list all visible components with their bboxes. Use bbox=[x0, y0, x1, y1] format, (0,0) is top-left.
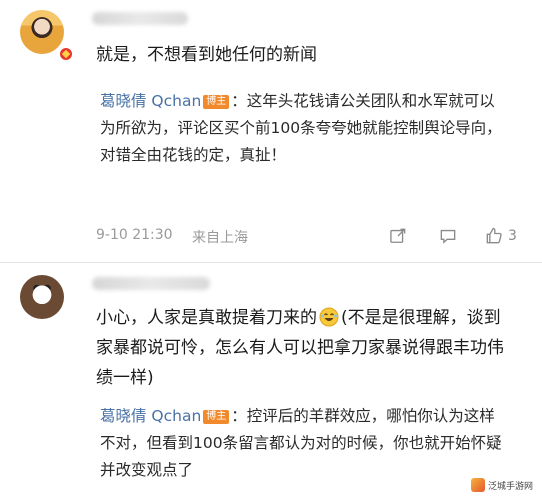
comment-meta: 9-10 21:30 来自上海 3 bbox=[96, 224, 526, 248]
watermark: 泛城手游网 bbox=[467, 476, 536, 494]
avatar[interactable] bbox=[20, 275, 64, 319]
verified-badge-icon bbox=[58, 46, 74, 62]
comment-location: 来自上海 bbox=[192, 230, 248, 246]
comment-timestamp: 9-10 21:30 bbox=[96, 227, 173, 243]
comment-icon bbox=[440, 229, 456, 244]
share-icon bbox=[390, 228, 406, 243]
comment-button[interactable] bbox=[438, 224, 458, 248]
reply-block: 葛晓倩 Qchan 博主 ：控评后的羊群效应，哪怕你认为这样不对，但看到100条留言… bbox=[100, 403, 510, 484]
comment-item: 就是，不想看到她任何的新闻 葛晓倩 Qchan 博主 ：这年头花钱请公关团队和水军就… bbox=[0, 0, 542, 262]
reply-author-link[interactable]: 葛晓倩 Qchan bbox=[100, 407, 201, 425]
laughing-emoji-icon bbox=[319, 307, 339, 327]
like-count: 3 bbox=[508, 228, 517, 244]
comment-body: 小心，人家是真敢提着刀来的 (不是是很理解，谈到家暴都说可怜，怎么有人可以把拿刀家… bbox=[96, 303, 516, 393]
reply-author-link[interactable]: 葛晓倩 Qchan bbox=[100, 92, 201, 110]
share-button[interactable] bbox=[388, 224, 408, 248]
host-badge: 博主 bbox=[203, 410, 230, 424]
comment-body-part: 小心，人家是真敢提着刀来的 bbox=[96, 308, 317, 328]
host-badge: 博主 bbox=[203, 95, 230, 109]
avatar[interactable] bbox=[20, 10, 64, 54]
thumbs-up-icon bbox=[486, 227, 502, 244]
watermark-text: 泛城手游网 bbox=[487, 481, 533, 492]
comment-body: 就是，不想看到她任何的新闻 bbox=[96, 45, 317, 65]
blurred-username[interactable] bbox=[92, 277, 210, 290]
blurred-username[interactable] bbox=[92, 12, 188, 25]
watermark-logo-icon bbox=[470, 478, 485, 492]
reply-block: 葛晓倩 Qchan 博主 ：这年头花钱请公关团队和水军就可以为所欲为，评论区买个前1… bbox=[100, 88, 510, 169]
comment-item: 小心，人家是真敢提着刀来的 (不是是很理解，谈到家暴都说可怜，怎么有人可以把拿刀家… bbox=[0, 263, 542, 500]
like-button[interactable]: 3 bbox=[484, 224, 517, 248]
